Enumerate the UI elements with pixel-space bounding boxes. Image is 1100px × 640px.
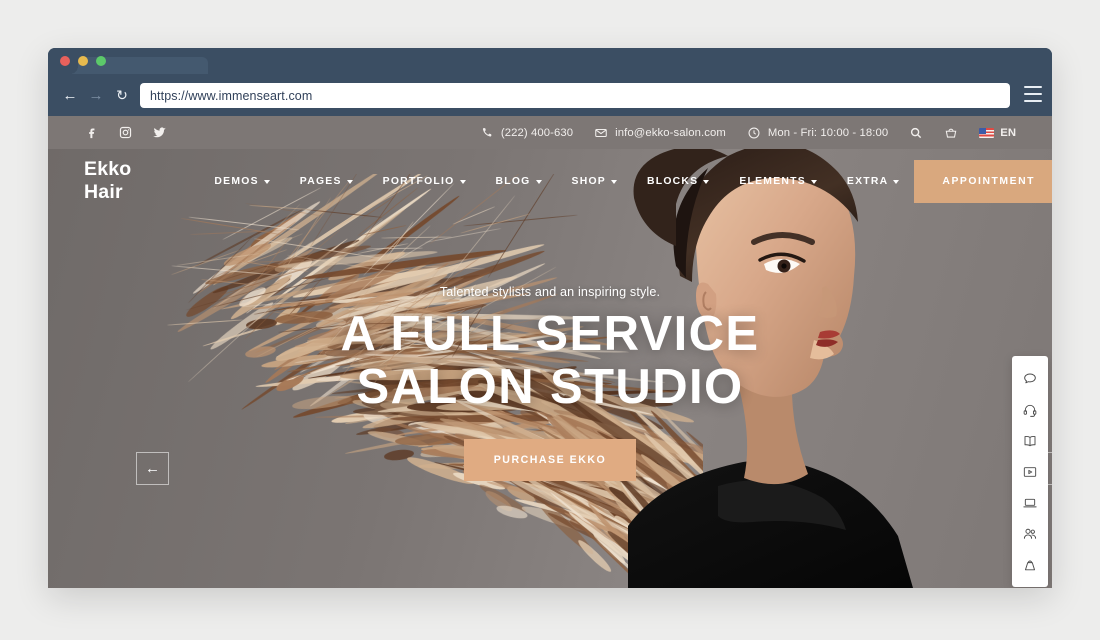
floating-icon-rail — [1012, 356, 1048, 587]
basket-icon[interactable] — [944, 126, 958, 140]
hours-info: Mon - Fri: 10:00 - 18:00 — [747, 126, 888, 140]
headset-icon[interactable] — [1012, 394, 1048, 425]
nav-label: PORTFOLIO — [383, 176, 455, 187]
browser-window: ← → ↻ https://www.immenseart.com (222) 4… — [48, 48, 1052, 588]
search-icon[interactable] — [909, 126, 923, 140]
nav-item-blog[interactable]: BLOG — [481, 176, 557, 187]
browser-toolbar: ← → ↻ https://www.immenseart.com — [48, 74, 1052, 116]
window-minimize-button[interactable] — [78, 56, 88, 66]
phone-number: (222) 400-630 — [501, 127, 573, 139]
facebook-icon[interactable] — [84, 125, 99, 140]
chevron-down-icon — [611, 180, 617, 184]
nav-label: BLOG — [496, 176, 531, 187]
video-player-icon[interactable] — [1012, 456, 1048, 487]
chevron-down-icon — [811, 180, 817, 184]
chevron-down-icon — [893, 180, 899, 184]
book-icon[interactable] — [1012, 425, 1048, 456]
chevron-down-icon — [347, 180, 353, 184]
nav-item-blocks[interactable]: BLOCKS — [632, 176, 724, 187]
hero-content: Talented stylists and an inspiring style… — [48, 213, 1052, 588]
phone-icon — [480, 126, 494, 140]
nav-label: BLOCKS — [647, 176, 698, 187]
main-navigation: Ekko Hair DEMOS PAGES PORTFOLIO BLOG SHO… — [48, 149, 1052, 213]
url-text: https://www.immenseart.com — [150, 89, 312, 103]
social-links — [84, 125, 167, 140]
nav-label: SHOP — [572, 176, 606, 187]
language-selector[interactable]: EN — [979, 127, 1016, 139]
envelope-icon — [594, 126, 608, 140]
nav-item-portfolio[interactable]: PORTFOLIO — [368, 176, 481, 187]
url-input[interactable]: https://www.immenseart.com — [140, 83, 1010, 108]
people-icon[interactable] — [1012, 518, 1048, 549]
chevron-down-icon — [460, 180, 466, 184]
nav-item-pages[interactable]: PAGES — [285, 176, 368, 187]
nav-item-extra[interactable]: EXTRA — [832, 176, 914, 187]
nav-item-shop[interactable]: SHOP — [557, 176, 632, 187]
hero-headline-line1: A FULL SERVICE — [341, 309, 760, 360]
nav-item-demos[interactable]: DEMOS — [199, 176, 284, 187]
instagram-icon[interactable] — [118, 125, 133, 140]
language-label: EN — [1000, 127, 1016, 139]
reload-icon[interactable]: ↻ — [112, 85, 132, 105]
contact-info-group: (222) 400-630 info@ekko-salon.com Mon - … — [480, 126, 1016, 140]
page-viewport: (222) 400-630 info@ekko-salon.com Mon - … — [48, 116, 1052, 588]
hero-subtitle: Talented stylists and an inspiring style… — [440, 285, 660, 299]
forward-arrow-icon[interactable]: → — [86, 85, 106, 105]
nav-menu: DEMOS PAGES PORTFOLIO BLOG SHOP BLOCKS E… — [199, 176, 914, 187]
browser-titlebar — [48, 48, 1052, 74]
twitter-icon[interactable] — [152, 125, 167, 140]
window-close-button[interactable] — [60, 56, 70, 66]
site-logo[interactable]: Ekko Hair — [84, 158, 131, 204]
phone-info[interactable]: (222) 400-630 — [480, 126, 573, 140]
nav-label: ELEMENTS — [739, 176, 806, 187]
us-flag-icon — [979, 128, 994, 138]
appointment-button[interactable]: APPOINTMENT — [914, 160, 1052, 203]
chat-bubble-icon[interactable] — [1012, 363, 1048, 394]
chevron-down-icon — [536, 180, 542, 184]
opening-hours: Mon - Fri: 10:00 - 18:00 — [768, 127, 888, 139]
laptop-icon[interactable] — [1012, 487, 1048, 518]
nav-item-elements[interactable]: ELEMENTS — [724, 176, 832, 187]
hamburger-menu-icon[interactable] — [1024, 86, 1042, 102]
clock-icon — [747, 126, 761, 140]
hero-section: (222) 400-630 info@ekko-salon.com Mon - … — [48, 116, 1052, 588]
chevron-down-icon — [703, 180, 709, 184]
bag-icon[interactable] — [1012, 549, 1048, 580]
window-maximize-button[interactable] — [96, 56, 106, 66]
nav-label: DEMOS — [214, 176, 258, 187]
email-info[interactable]: info@ekko-salon.com — [594, 126, 726, 140]
email-address: info@ekko-salon.com — [615, 127, 726, 139]
purchase-ekko-button[interactable]: PURCHASE EKKO — [464, 439, 637, 481]
carousel-prev-arrow[interactable]: ← — [136, 452, 169, 485]
nav-label: EXTRA — [847, 176, 888, 187]
chevron-down-icon — [264, 180, 270, 184]
hero-headline-line2: SALON STUDIO — [356, 362, 743, 413]
back-arrow-icon[interactable]: ← — [60, 85, 80, 105]
top-utility-bar: (222) 400-630 info@ekko-salon.com Mon - … — [48, 116, 1052, 149]
nav-label: PAGES — [300, 176, 342, 187]
